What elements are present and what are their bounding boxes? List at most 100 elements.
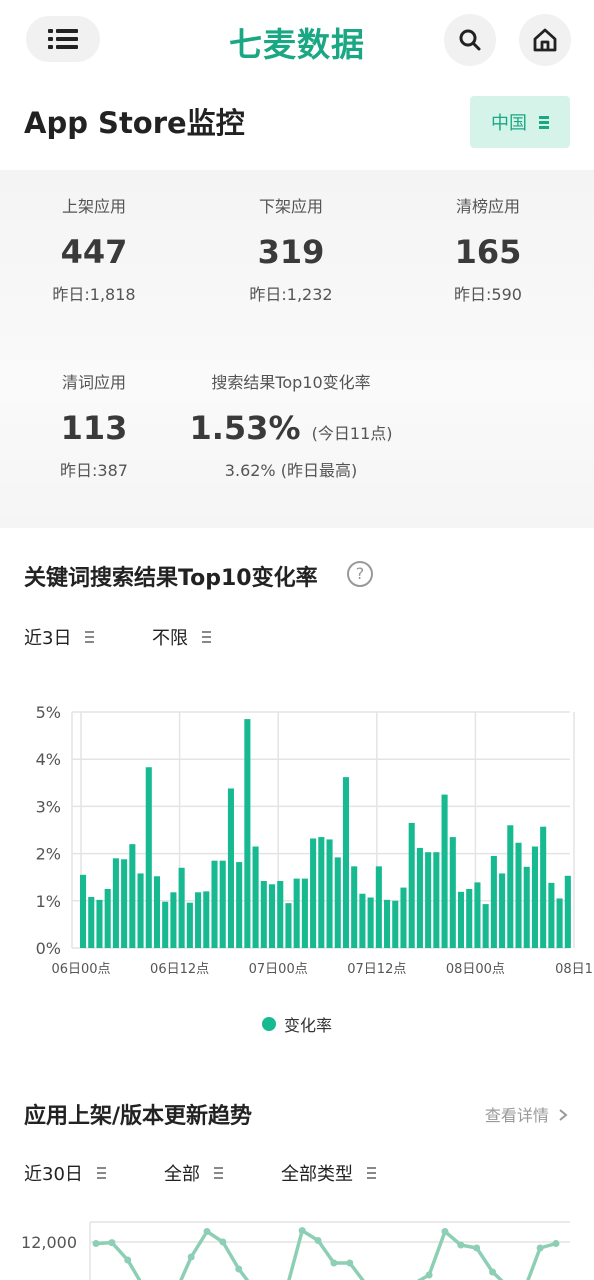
section-title-top10-change: 关键词搜索结果Top10变化率: [24, 566, 318, 591]
help-icon[interactable]: ?: [347, 561, 373, 587]
chart-bar: [244, 719, 251, 948]
chart-bar: [416, 847, 423, 948]
stat-listed-apps[interactable]: 上架应用 447 昨日:1,818: [14, 196, 174, 306]
chart-bar: [548, 882, 555, 948]
chart-bar: [457, 891, 465, 948]
stat-yesterday: 昨日:1,232: [249, 285, 333, 304]
stat-top10-change-rate[interactable]: 搜索结果Top10变化率 1.53% (今日11点) 3.62% (昨日最高): [186, 372, 396, 482]
chart-bar: [277, 880, 284, 948]
trend-point: [536, 1244, 544, 1252]
chart-bar: [162, 901, 169, 948]
chart-bar: [425, 852, 432, 948]
stat-value: 319: [257, 233, 325, 271]
app-logo[interactable]: 七麦数据: [0, 18, 594, 66]
chart-bar: [400, 887, 407, 948]
stat-label: 清词应用: [61, 373, 126, 392]
stat-cleared-rank-apps[interactable]: 清榜应用 165 昨日:590: [408, 196, 568, 306]
chart-bar: [260, 880, 267, 948]
change-rate-chart[interactable]: 0% 1% 2% 3% 4% 5% 06日00点 06日12点 07日00点 07日12点 08日0…: [0, 696, 594, 986]
x-tick-label: 06日00点: [51, 962, 110, 977]
chart-bar: [556, 898, 563, 948]
chart-bar: [129, 844, 136, 948]
chart-bar: [153, 876, 161, 948]
chart-bar: [285, 903, 292, 948]
y-tick-label: 3%: [36, 797, 61, 816]
trend-point: [457, 1241, 465, 1249]
chart-bar: [104, 889, 111, 948]
search-icon: [459, 29, 481, 51]
listing-trend-chart[interactable]: 12,000: [0, 1210, 594, 1280]
filter-label: 全部: [164, 1164, 200, 1185]
chart-bar: [88, 897, 95, 948]
region-selector[interactable]: 中国: [470, 96, 570, 148]
chart-bar: [334, 857, 341, 948]
chart-bar: [466, 889, 473, 948]
stat-delisted-apps[interactable]: 下架应用 319 昨日:1,232: [211, 196, 371, 306]
stat-value: 447: [60, 233, 128, 271]
chart-bar: [121, 859, 128, 948]
chart-bar: [145, 767, 152, 948]
trend-point: [203, 1228, 211, 1235]
chart-bar: [211, 860, 218, 948]
filter-scope[interactable]: 全部: [164, 1160, 223, 1186]
chevron-right-icon: [559, 1109, 568, 1121]
stat-value: 113: [60, 409, 128, 447]
chart-bar: [342, 777, 350, 948]
chart-bar: [375, 866, 382, 948]
filter-label: 近3日: [24, 628, 72, 649]
trend-point: [298, 1227, 306, 1235]
view-details-link[interactable]: 查看详情: [485, 1102, 568, 1126]
view-details-label: 查看详情: [484, 1106, 549, 1125]
trend-point: [441, 1228, 449, 1235]
trend-point: [330, 1259, 338, 1267]
search-button[interactable]: [444, 14, 496, 66]
chart-legend[interactable]: 变化率: [0, 1012, 594, 1036]
chart-bar: [441, 794, 448, 948]
chart-bar: [392, 900, 399, 948]
chart-bar: [293, 878, 300, 948]
trend-point: [425, 1271, 433, 1279]
region-label: 中国: [491, 113, 527, 134]
stat-yesterday: 昨日:590: [454, 285, 522, 304]
chart-bar: [384, 899, 391, 948]
page-title: App Store监控: [24, 106, 245, 140]
stat-cleared-keyword-apps[interactable]: 清词应用 113 昨日:387: [14, 372, 174, 482]
listing-trend-line-chart: 12,000: [21, 1221, 570, 1280]
filter-label: 不限: [152, 628, 188, 649]
dropdown-menu-icon: [367, 1167, 376, 1179]
chart-bar: [499, 873, 506, 948]
chart-bar: [490, 855, 497, 948]
x-tick-label: 07日12点: [347, 962, 406, 977]
chart-bar: [449, 837, 456, 948]
stat-yesterday-high: 3.62% (昨日最高): [224, 461, 358, 480]
chart-bar: [474, 882, 481, 948]
trend-point: [108, 1239, 116, 1247]
y-tick-label: 12,000: [21, 1233, 77, 1252]
chart-bar: [227, 788, 234, 948]
filter-type[interactable]: 全部类型: [281, 1160, 376, 1186]
chart-bar: [219, 860, 226, 948]
trend-point: [552, 1240, 560, 1247]
stat-label: 清榜应用: [455, 197, 520, 216]
x-tick-label: 08日00点: [446, 962, 505, 977]
home-icon: [533, 28, 557, 52]
stat-value-row: 1.53% (今日11点): [186, 408, 396, 448]
stat-value: 1.53%: [189, 409, 301, 447]
y-tick-label: 1%: [36, 892, 61, 911]
chart-bar: [318, 837, 325, 948]
y-tick-label: 4%: [36, 750, 61, 769]
app-header: 七麦数据: [0, 0, 594, 82]
filter-date-range-30d[interactable]: 近30日: [24, 1160, 106, 1186]
trend-point: [489, 1268, 497, 1276]
chart-bar: [195, 892, 202, 948]
filter-date-range[interactable]: 近3日: [24, 624, 95, 650]
trend-point: [235, 1265, 243, 1273]
filter-category[interactable]: 不限: [152, 624, 211, 650]
page-title-row: App Store监控 中国: [24, 96, 570, 148]
dropdown-menu-icon: [539, 115, 549, 129]
chart-bar: [96, 899, 103, 948]
x-tick-label: 08日1: [555, 962, 593, 977]
home-button[interactable]: [519, 14, 571, 66]
x-tick-label: 06日12点: [150, 962, 209, 977]
stat-yesterday: 昨日:1,818: [52, 285, 136, 304]
